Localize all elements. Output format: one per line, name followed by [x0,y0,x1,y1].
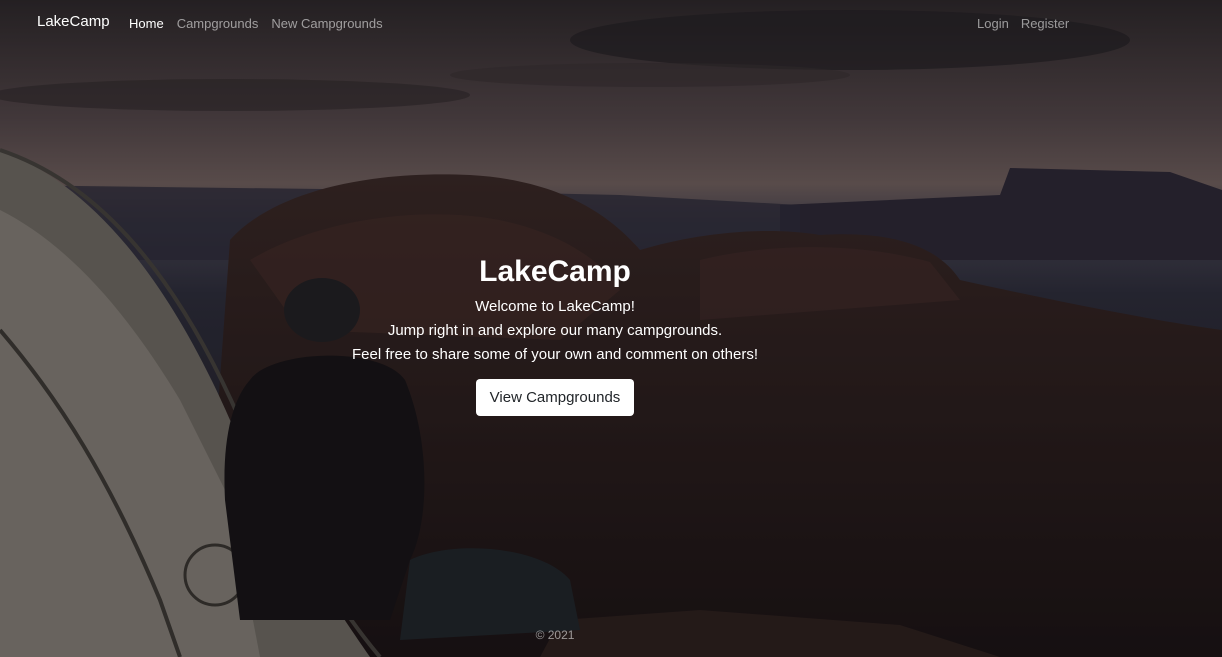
brand-logo-link[interactable]: LakeCamp [37,13,110,30]
nav-link-home[interactable]: Home [129,16,164,31]
hero-line-share: Feel free to share some of your own and … [351,346,759,363]
nav-link-login[interactable]: Login [977,16,1009,31]
nav-link-campgrounds[interactable]: Campgrounds [177,16,259,31]
copyright-text: © 2021 [535,628,575,642]
view-campgrounds-button[interactable]: View Campgrounds [475,379,635,416]
navbar: LakeCamp Home Campgrounds New Campground… [0,0,1222,46]
nav-links: Home Campgrounds New Campgrounds [129,16,383,31]
auth-links: Login Register [977,16,1069,31]
nav-link-register[interactable]: Register [1021,16,1069,31]
footer: © 2021 [0,628,1110,642]
hero-line-welcome: Welcome to LakeCamp! [475,298,635,315]
hero-title: LakeCamp [479,255,631,288]
hero-line-explore: Jump right in and explore our many campg… [387,322,723,339]
nav-link-new-campground[interactable]: New Campgrounds [271,16,382,31]
page: LakeCamp Home Campgrounds New Campground… [0,0,1222,657]
hero-section: LakeCamp Welcome to LakeCamp! Jump right… [0,255,1110,416]
